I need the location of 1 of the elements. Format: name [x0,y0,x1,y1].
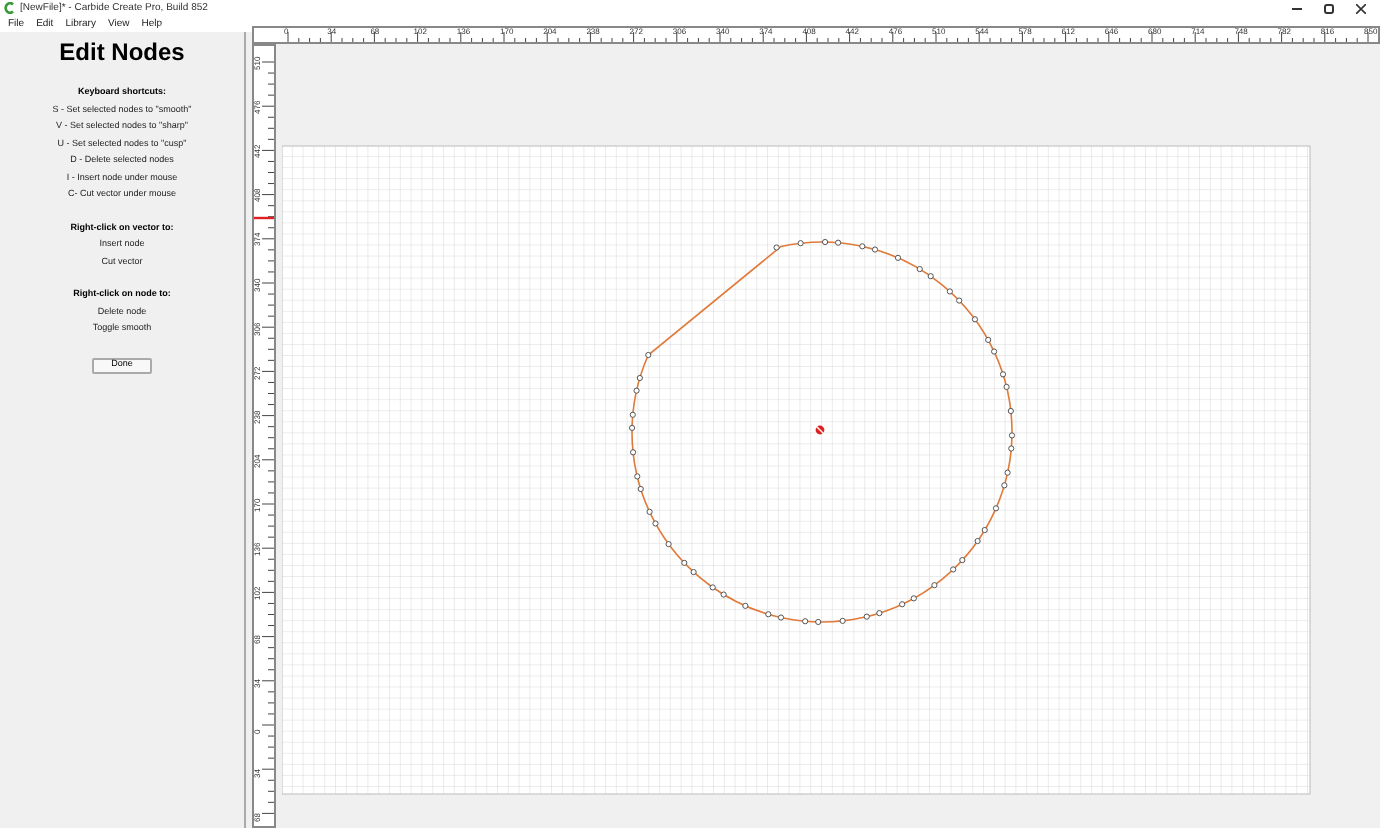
panel-title: Edit Nodes [59,40,185,64]
